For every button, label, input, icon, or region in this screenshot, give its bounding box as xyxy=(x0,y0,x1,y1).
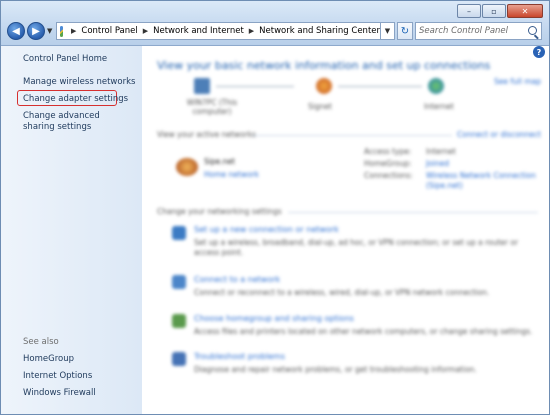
map-node-label: Signet xyxy=(308,102,332,111)
window-controls: – ▫ ✕ xyxy=(457,4,543,18)
task-description: Connect or reconnect to a wireless, wire… xyxy=(194,288,490,297)
see-also-label: See also xyxy=(23,337,59,347)
search-icon[interactable] xyxy=(528,26,537,35)
sidebar-item-change-advanced-sharing-settings[interactable]: Change advanced sharing settings xyxy=(23,111,133,133)
main-content: View your basic network information and … xyxy=(142,46,549,414)
address-dropdown[interactable]: ▼ xyxy=(381,22,395,40)
task-description: Access files and printers located on oth… xyxy=(194,327,533,336)
refresh-button[interactable]: ↻ xyxy=(397,22,413,40)
computer-icon xyxy=(194,78,210,94)
sidebar-item-windows-firewall[interactable]: Windows Firewall xyxy=(23,388,96,399)
map-node-label: Internet xyxy=(424,102,454,111)
window: – ▫ ✕ ◀ ▶ ▼ ▶ Control Panel ▶ Network an… xyxy=(0,0,550,415)
troubleshoot-icon xyxy=(172,352,186,366)
connection-link[interactable]: Wireless Network Connection (Sipe.net) xyxy=(426,171,544,191)
sidebar-item-manage-wireless-networks[interactable]: Manage wireless networks xyxy=(23,77,135,88)
homegroup-icon xyxy=(172,314,186,328)
sidebar-item-internet-options[interactable]: Internet Options xyxy=(23,371,92,382)
blurred-content: View your basic network information and … xyxy=(142,46,549,414)
divider xyxy=(252,135,452,136)
network-type-link[interactable]: Home network xyxy=(204,170,259,179)
close-button[interactable]: ✕ xyxy=(507,4,543,18)
title-address-bar: – ▫ ✕ ◀ ▶ ▼ ▶ Control Panel ▶ Network an… xyxy=(1,1,549,46)
breadcrumb-arrow-icon[interactable]: ▶ xyxy=(143,27,148,35)
map-connector xyxy=(338,86,422,87)
chevron-down-icon: ▼ xyxy=(47,27,53,35)
minimize-button[interactable]: – xyxy=(457,4,481,18)
prop-key: Connections: xyxy=(364,171,413,180)
help-icon[interactable]: ? xyxy=(533,46,545,58)
forward-button[interactable]: ▶ xyxy=(27,22,45,40)
homegroup-link[interactable]: Joined xyxy=(426,159,449,168)
task-title[interactable]: Choose homegroup and sharing options xyxy=(194,314,354,323)
sidebar: Control Panel Home Manage wireless netwo… xyxy=(1,46,142,414)
sidebar-item-change-adapter-settings[interactable]: Change adapter settings xyxy=(23,94,128,105)
network-name: Sipe.net xyxy=(204,157,235,166)
section-label-active-networks: View your active networks xyxy=(157,130,256,139)
breadcrumb-arrow-icon[interactable]: ▶ xyxy=(249,27,254,35)
prop-value: Internet xyxy=(426,147,456,156)
prop-key: Access type: xyxy=(364,147,412,156)
breadcrumb-network-and-internet[interactable]: Network and Internet xyxy=(153,26,244,36)
new-connection-icon xyxy=(172,226,186,240)
task-title[interactable]: Set up a new connection or network xyxy=(194,225,339,234)
section-label-change-settings: Change your networking settings xyxy=(157,207,282,216)
arrow-left-icon: ◀ xyxy=(12,25,20,37)
connect-network-icon xyxy=(172,275,186,289)
task-title[interactable]: Connect to a network xyxy=(194,275,280,284)
breadcrumb-control-panel[interactable]: Control Panel xyxy=(81,26,137,36)
breadcrumb-arrow-icon[interactable]: ▶ xyxy=(71,27,76,35)
map-node-label: WIN7PC (This computer) xyxy=(186,98,238,116)
map-connector xyxy=(216,86,294,87)
search-box[interactable] xyxy=(415,22,542,40)
sidebar-item-homegroup[interactable]: HomeGroup xyxy=(23,354,74,365)
chevron-down-icon: ▼ xyxy=(384,27,391,35)
task-description: Set up a wireless, broadband, dial-up, a… xyxy=(194,238,519,257)
prop-key: HomeGroup: xyxy=(364,159,412,168)
address-bar[interactable]: ▶ Control Panel ▶ Network and Internet ▶… xyxy=(56,22,381,40)
network-icon xyxy=(316,78,332,94)
search-input[interactable] xyxy=(419,26,523,36)
globe-icon xyxy=(428,78,444,94)
home-network-icon xyxy=(176,158,198,176)
task-description: Diagnose and repair network problems, or… xyxy=(194,365,477,374)
connect-disconnect-link[interactable]: Connect or disconnect xyxy=(457,130,541,139)
back-button[interactable]: ◀ xyxy=(7,22,25,40)
sidebar-item-control-panel-home[interactable]: Control Panel Home xyxy=(23,54,107,65)
task-title[interactable]: Troubleshoot problems xyxy=(194,352,285,361)
see-full-map-link[interactable]: See full map xyxy=(494,77,541,86)
control-panel-icon xyxy=(60,25,63,37)
refresh-icon: ↻ xyxy=(400,25,410,37)
maximize-button[interactable]: ▫ xyxy=(482,4,506,18)
recent-pages-dropdown[interactable]: ▼ xyxy=(47,27,52,35)
page-title: View your basic network information and … xyxy=(157,59,491,72)
divider xyxy=(288,212,538,213)
breadcrumb-network-and-sharing-center[interactable]: Network and Sharing Center xyxy=(259,26,380,36)
arrow-right-icon: ▶ xyxy=(32,25,40,37)
